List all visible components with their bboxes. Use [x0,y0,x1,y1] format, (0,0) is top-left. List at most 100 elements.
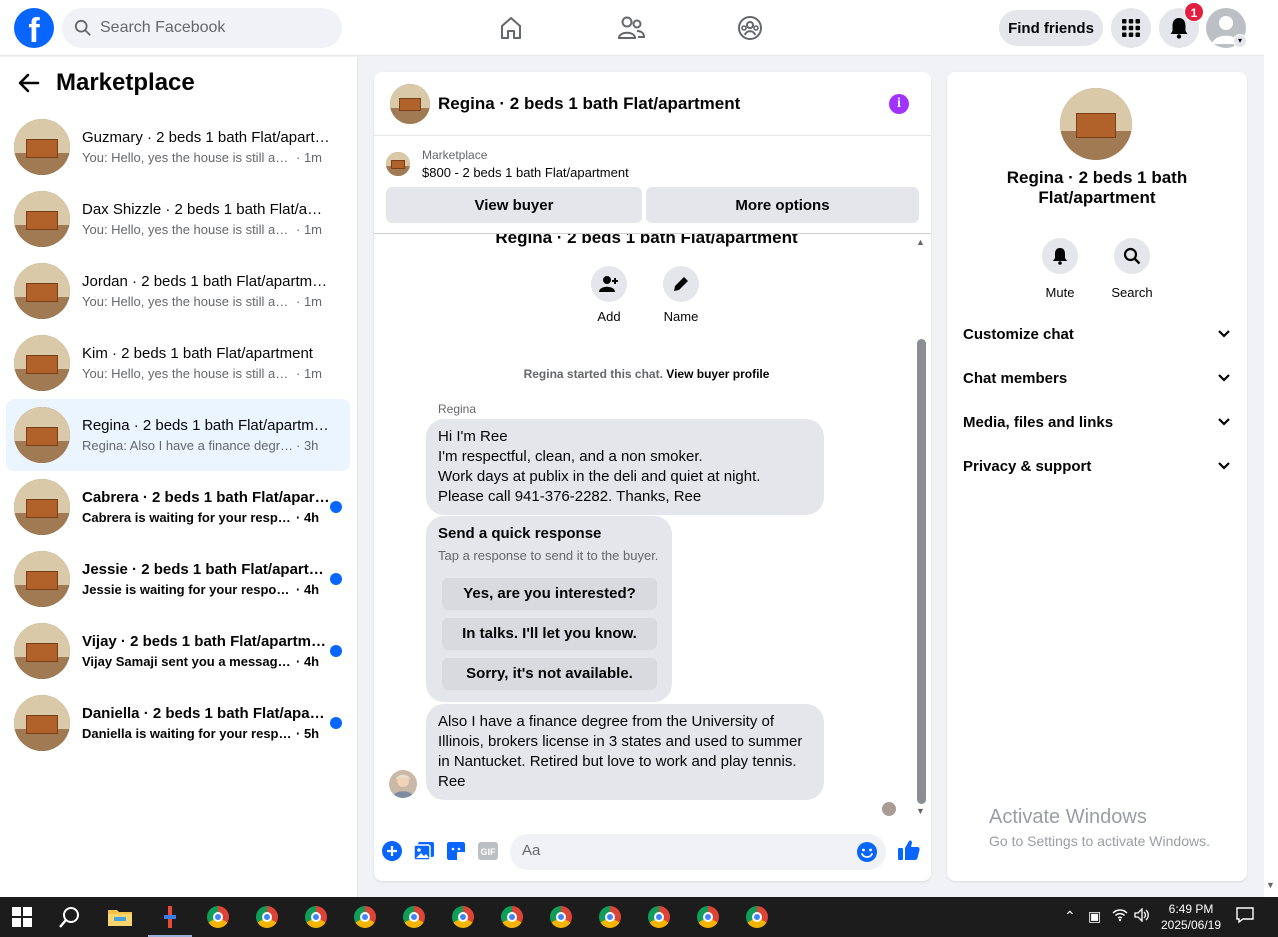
view-buyer-button[interactable]: View buyer [386,187,642,223]
chrome-icon[interactable] [449,903,477,931]
home-icon[interactable] [495,12,527,44]
conversation-item[interactable]: Dax Shizzle · 2 beds 1 bath Flat/apartme… [6,183,350,255]
message-input[interactable] [522,842,842,859]
back-arrow-icon[interactable] [18,73,40,93]
search-box[interactable] [62,8,342,48]
sidebar-header: Marketplace [18,69,195,97]
unread-dot [330,645,342,657]
chat-panel: Regina · 2 beds 1 bath Flat/apartment i … [374,72,931,881]
chrome-icon[interactable] [596,903,624,931]
scroll-up-arrow-icon[interactable]: ▲ [916,237,925,247]
quick-response-in-talks-button[interactable]: In talks. I'll let you know. [442,618,657,650]
volume-icon[interactable] [1134,907,1150,925]
like-thumbs-up-icon[interactable] [897,838,921,862]
listing-photo [1060,88,1132,160]
network-icon[interactable] [1112,908,1128,925]
message-list[interactable]: Regina · 2 beds 1 bath Flat/apartment Ad… [374,234,931,818]
conversation-item[interactable]: Jordan · 2 beds 1 bath Flat/apartment You… [6,255,350,327]
quick-response-not-available-button[interactable]: Sorry, it's not available. [442,658,657,690]
conversation-preview: You: Hello, yes the house is still avail… [82,294,294,309]
conversation-preview-row: Regina: Also I have a finance degree fro… [82,438,330,453]
chevron-down-icon [1218,462,1230,470]
conversation-preview: Jessie is waiting for your response. [82,582,294,597]
chrome-icon[interactable] [645,903,673,931]
notification-count-badge: 1 [1184,2,1204,22]
file-explorer-icon[interactable] [106,903,134,931]
gif-icon[interactable]: GIF [477,840,499,862]
chrome-icon[interactable] [204,903,232,931]
chrome-icon[interactable] [743,903,771,931]
conversation-item[interactable]: Guzmary · 2 beds 1 bath Flat/apartment Yo… [6,111,350,183]
conversation-text: Daniella · 2 beds 1 bath Flat/apartment D… [82,705,330,741]
conversation-preview-row: You: Hello, yes the house is still avail… [82,150,330,165]
account-chevron-down-icon[interactable]: ▾ [1233,34,1247,48]
tray-app-icon[interactable]: ▣ [1088,908,1101,925]
page-scrollbar[interactable] [1264,0,1278,897]
quick-response-yes-button[interactable]: Yes, are you interested? [442,578,657,610]
pencil-icon [674,277,688,291]
windows-start-icon[interactable] [12,907,32,927]
message-line: Please call 941-376-2282. Thanks, Ree [438,488,702,505]
more-options-button[interactable]: More options [646,187,919,223]
customize-chat-section[interactable]: Customize chat [963,322,1231,346]
conversation-item[interactable]: Kim · 2 beds 1 bath Flat/apartment You: H… [6,327,350,399]
sticker-icon[interactable] [445,840,467,862]
message-bubble[interactable]: Hi I'm Ree I'm respectful, clean, and a … [426,419,824,515]
conversation-time: · 5h [296,726,320,741]
chrome-icon[interactable] [351,903,379,931]
taskbar-search-icon[interactable] [58,905,82,929]
view-buyer-profile-link[interactable]: View buyer profile [666,367,769,381]
search-in-chat-button[interactable]: Search [1102,238,1162,300]
friends-icon[interactable] [615,12,647,44]
sender-avatar[interactable] [389,770,417,798]
message-input-box[interactable] [510,834,886,870]
conversation-item[interactable]: Jessie · 2 beds 1 bath Flat/apartment Jes… [6,543,350,615]
groups-icon[interactable] [734,12,766,44]
facebook-logo-icon[interactable]: f [14,8,54,48]
chat-title[interactable]: Regina · 2 beds 1 bath Flat/apartment [438,94,740,114]
conversation-name: Dax Shizzle · 2 beds 1 bath Flat/apartme… [82,201,330,218]
chat-scrollbar-thumb[interactable] [917,339,926,804]
section-label: Customize chat [963,325,1074,343]
quick-response-subtitle: Tap a response to send it to the buyer. [438,548,659,563]
app-tool-icon[interactable] [148,903,192,937]
message-bubble[interactable]: Also I have a finance degree from the Un… [426,704,824,800]
conversation-item[interactable]: Cabrera · 2 beds 1 bath Flat/apartment Ca… [6,471,350,543]
taskbar-clock[interactable]: 6:49 PM 2025/06/19 [1156,901,1226,933]
listing-summary[interactable]: Marketplace $800 - 2 beds 1 bath Flat/ap… [386,148,629,180]
search-input[interactable] [100,19,320,37]
watermark-line2: Go to Settings to activate Windows. [989,833,1210,849]
notification-center-icon[interactable] [1236,906,1254,927]
menu-grid-icon[interactable] [1111,8,1151,48]
name-chat-tool[interactable]: Name [651,266,711,324]
find-friends-button[interactable]: Find friends [999,10,1103,46]
scroll-down-arrow-icon[interactable]: ▼ [916,806,925,816]
add-people-tool[interactable]: Add [579,266,639,324]
photo-icon[interactable] [413,840,435,862]
conversation-item[interactable]: Vijay · 2 beds 1 bath Flat/apartment Vija… [6,615,350,687]
media-files-links-section[interactable]: Media, files and links [963,410,1231,434]
plus-icon[interactable] [381,840,403,862]
tray-chevron-up-icon[interactable]: ⌃ [1064,908,1076,925]
conversation-preview-row: Jessie is waiting for your response. · 4h [82,582,330,597]
chrome-icon[interactable] [498,903,526,931]
chat-started-notice: Regina started this chat. View buyer pro… [374,367,919,381]
info-icon[interactable]: i [889,94,909,114]
chrome-icon[interactable] [302,903,330,931]
bell-icon [1053,248,1067,265]
add-person-icon [599,276,618,292]
chrome-icon[interactable] [694,903,722,931]
message-line: in Nantucket. Retired but love to work a… [438,753,797,770]
mute-button[interactable]: Mute [1030,238,1090,300]
conversation-item[interactable]: Regina · 2 beds 1 bath Flat/apartment Reg… [6,399,350,471]
marketplace-label: Marketplace [422,148,488,162]
marketplace-inbox-sidebar: Marketplace Guzmary · 2 beds 1 bath Flat… [0,57,358,897]
chrome-icon[interactable] [253,903,281,931]
privacy-support-section[interactable]: Privacy & support [963,454,1231,478]
chat-members-section[interactable]: Chat members [963,366,1231,390]
conversation-item[interactable]: Daniella · 2 beds 1 bath Flat/apartment D… [6,687,350,759]
chrome-icon[interactable] [400,903,428,931]
chrome-icon[interactable] [547,903,575,931]
page-scroll-down-arrow-icon[interactable]: ▼ [1266,880,1275,890]
emoji-icon[interactable] [856,841,878,868]
